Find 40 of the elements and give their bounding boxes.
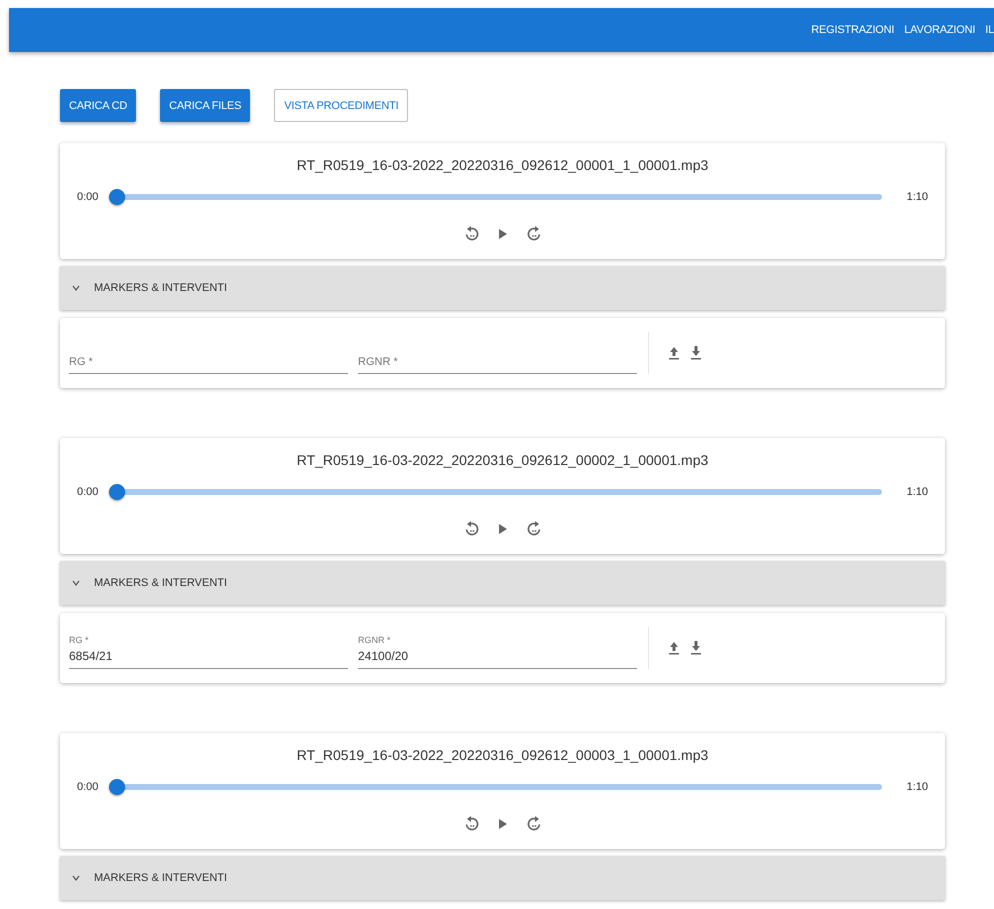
- accordion-header[interactable]: MARKERS & INTERVENTI: [60, 266, 945, 310]
- rewind-icon[interactable]: [464, 815, 478, 833]
- forward-icon[interactable]: [526, 225, 540, 243]
- file-name: RT_R0519_16-03-2022_20220316_092612_00003_1_00001.mp3: [296, 747, 708, 763]
- slider-thumb[interactable]: [109, 484, 125, 500]
- forward-icon[interactable]: [526, 815, 540, 833]
- rewind-icon[interactable]: [464, 225, 478, 243]
- text-field[interactable]: 6854/21: [69, 649, 348, 669]
- forward-icon[interactable]: [526, 520, 540, 538]
- current-time: 0:00: [77, 781, 100, 793]
- file-name: RT_R0519_16-03-2022_20220316_092612_00001_1_00001.mp3: [296, 157, 708, 173]
- text-field[interactable]: 24100/20: [358, 649, 637, 669]
- action-button[interactable]: CARICA FILES: [160, 89, 250, 122]
- accordion-header[interactable]: MARKERS & INTERVENTI: [60, 856, 945, 900]
- play-icon[interactable]: [498, 524, 506, 534]
- duration: 1:10: [906, 781, 928, 793]
- action-button[interactable]: CARICA CD: [60, 89, 136, 122]
- play-icon[interactable]: [498, 229, 506, 239]
- file-name: RT_R0519_16-03-2022_20220316_092612_00002_1_00001.mp3: [296, 452, 708, 468]
- play-icon[interactable]: [498, 819, 506, 829]
- slider-thumb[interactable]: [109, 779, 125, 795]
- action-button[interactable]: VISTA PROCEDIMENTI: [274, 89, 408, 122]
- slider-thumb[interactable]: [109, 189, 125, 205]
- current-time: 0:00: [77, 486, 100, 498]
- download-icon[interactable]: [691, 346, 701, 360]
- field-label: RGNR *: [358, 635, 391, 645]
- duration: 1:10: [906, 486, 928, 498]
- nav-link[interactable]: LAVORAZIONI: [904, 24, 976, 36]
- upload-icon[interactable]: [669, 641, 679, 655]
- current-time: 0:00: [77, 191, 100, 203]
- duration: 1:10: [906, 191, 928, 203]
- nav-link[interactable]: REGISTRAZIONI: [811, 24, 894, 36]
- nav-link[interactable]: IL: [985, 24, 994, 36]
- rewind-icon[interactable]: [464, 520, 478, 538]
- field-label: RG *: [69, 635, 89, 645]
- accordion-header[interactable]: MARKERS & INTERVENTI: [60, 561, 945, 605]
- text-field[interactable]: RG *: [69, 354, 348, 374]
- download-icon[interactable]: [691, 641, 701, 655]
- upload-icon[interactable]: [669, 346, 679, 360]
- text-field[interactable]: RGNR *: [358, 354, 637, 374]
